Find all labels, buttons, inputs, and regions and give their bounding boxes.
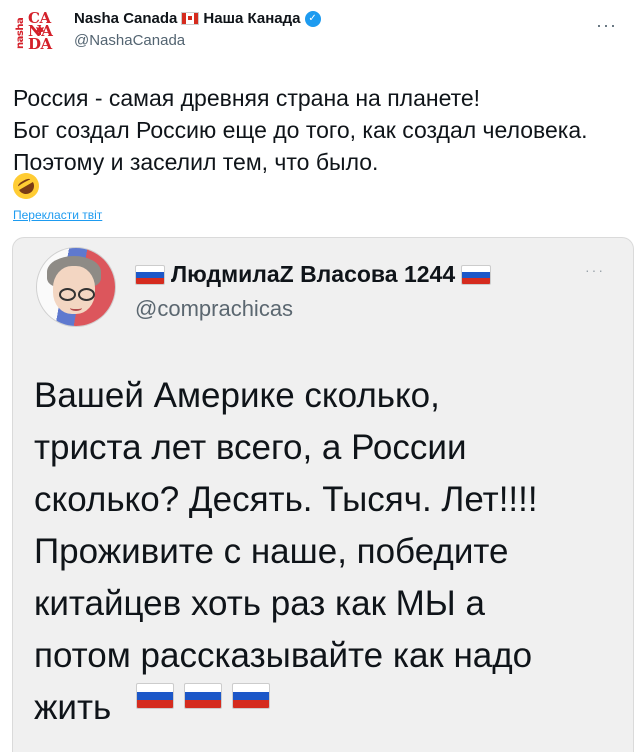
author-display-name: Nasha Canada [74,10,178,27]
author-names: Nasha Canada Наша Канада ✓ @NashaCanada [74,10,321,49]
author-display-name-row[interactable]: Nasha Canada Наша Канада ✓ [74,10,321,27]
more-options-icon[interactable]: ··· [596,15,617,36]
author-handle[interactable]: @NashaCanada [74,32,321,49]
trailing-flags [136,683,270,709]
russia-flag-icon [135,264,165,285]
quoted-tweet-image[interactable]: ЛюдмилаZ Власова 1244 @comprachicas ··· … [12,237,634,752]
author-display-name-suffix: Наша Канада [203,10,301,27]
tweet-header: nasha CANADA Nasha Canada Наша Канада ✓ … [13,9,623,57]
quoted-handle: @comprachicas [135,296,294,321]
russia-flag-icon [184,683,222,709]
russia-flag-icon [461,264,492,285]
quoted-display-name: ЛюдмилаZ Власова 1244 [171,261,456,287]
canada-flag-icon [181,12,200,25]
russia-flag-icon [136,683,174,709]
verified-badge-icon: ✓ [304,10,321,27]
russia-flag-icon [232,683,270,709]
quoted-tweet-text: Вашей Америке сколько, триста лет всего,… [34,376,538,727]
tweet-text: Россия - самая древняя страна на планете… [13,85,588,175]
author-avatar[interactable]: nasha CANADA [13,9,61,57]
avatar-logo-nasha: nasha [15,17,26,49]
translate-tweet-link[interactable]: Перекласти твіт [13,208,102,222]
quoted-author-avatar [36,247,116,327]
quoted-more-icon: ··· [585,262,605,278]
quoted-display-name-row: ЛюдмилаZ Власова 1244 [135,261,492,288]
